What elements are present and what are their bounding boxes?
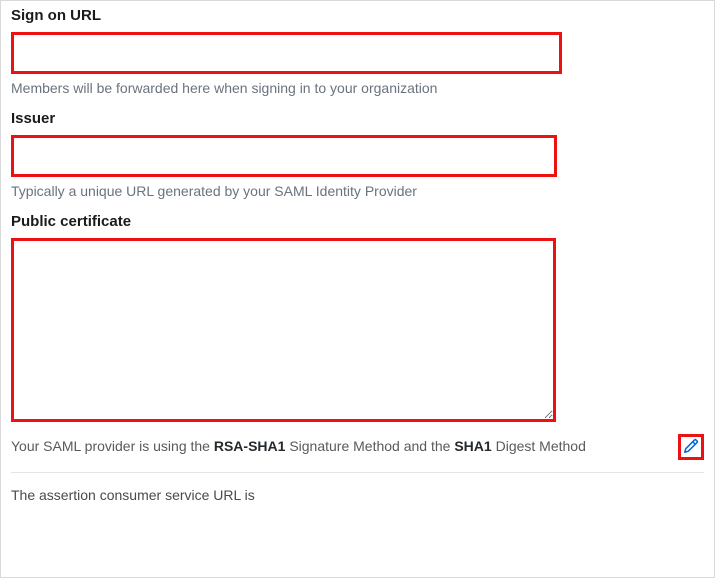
sign-on-url-field: Sign on URL Members will be forwarded he… — [11, 7, 704, 96]
public-certificate-label: Public certificate — [11, 213, 704, 230]
acs-url-label: The assertion consumer service URL is — [11, 487, 255, 503]
digest-method-value: SHA1 — [454, 438, 491, 454]
public-certificate-field: Public certificate — [11, 213, 704, 422]
sign-on-url-label: Sign on URL — [11, 7, 704, 24]
issuer-label: Issuer — [11, 110, 704, 127]
signature-method-value: RSA-SHA1 — [214, 438, 286, 454]
acs-url-row: The assertion consumer service URL is — [11, 473, 704, 503]
saml-method-summary-text: Your SAML provider is using the RSA-SHA1… — [11, 437, 586, 457]
edit-saml-methods-button[interactable] — [678, 434, 704, 460]
saml-method-summary-row: Your SAML provider is using the RSA-SHA1… — [11, 428, 704, 473]
issuer-helper: Typically a unique URL generated by your… — [11, 183, 704, 199]
pencil-icon — [683, 438, 699, 457]
issuer-input[interactable] — [14, 138, 554, 174]
saml-settings-panel: Sign on URL Members will be forwarded he… — [0, 0, 715, 578]
sign-on-url-helper: Members will be forwarded here when sign… — [11, 80, 704, 96]
public-certificate-textarea[interactable] — [14, 241, 553, 419]
issuer-field: Issuer Typically a unique URL generated … — [11, 110, 704, 199]
sign-on-url-input[interactable] — [14, 35, 559, 71]
